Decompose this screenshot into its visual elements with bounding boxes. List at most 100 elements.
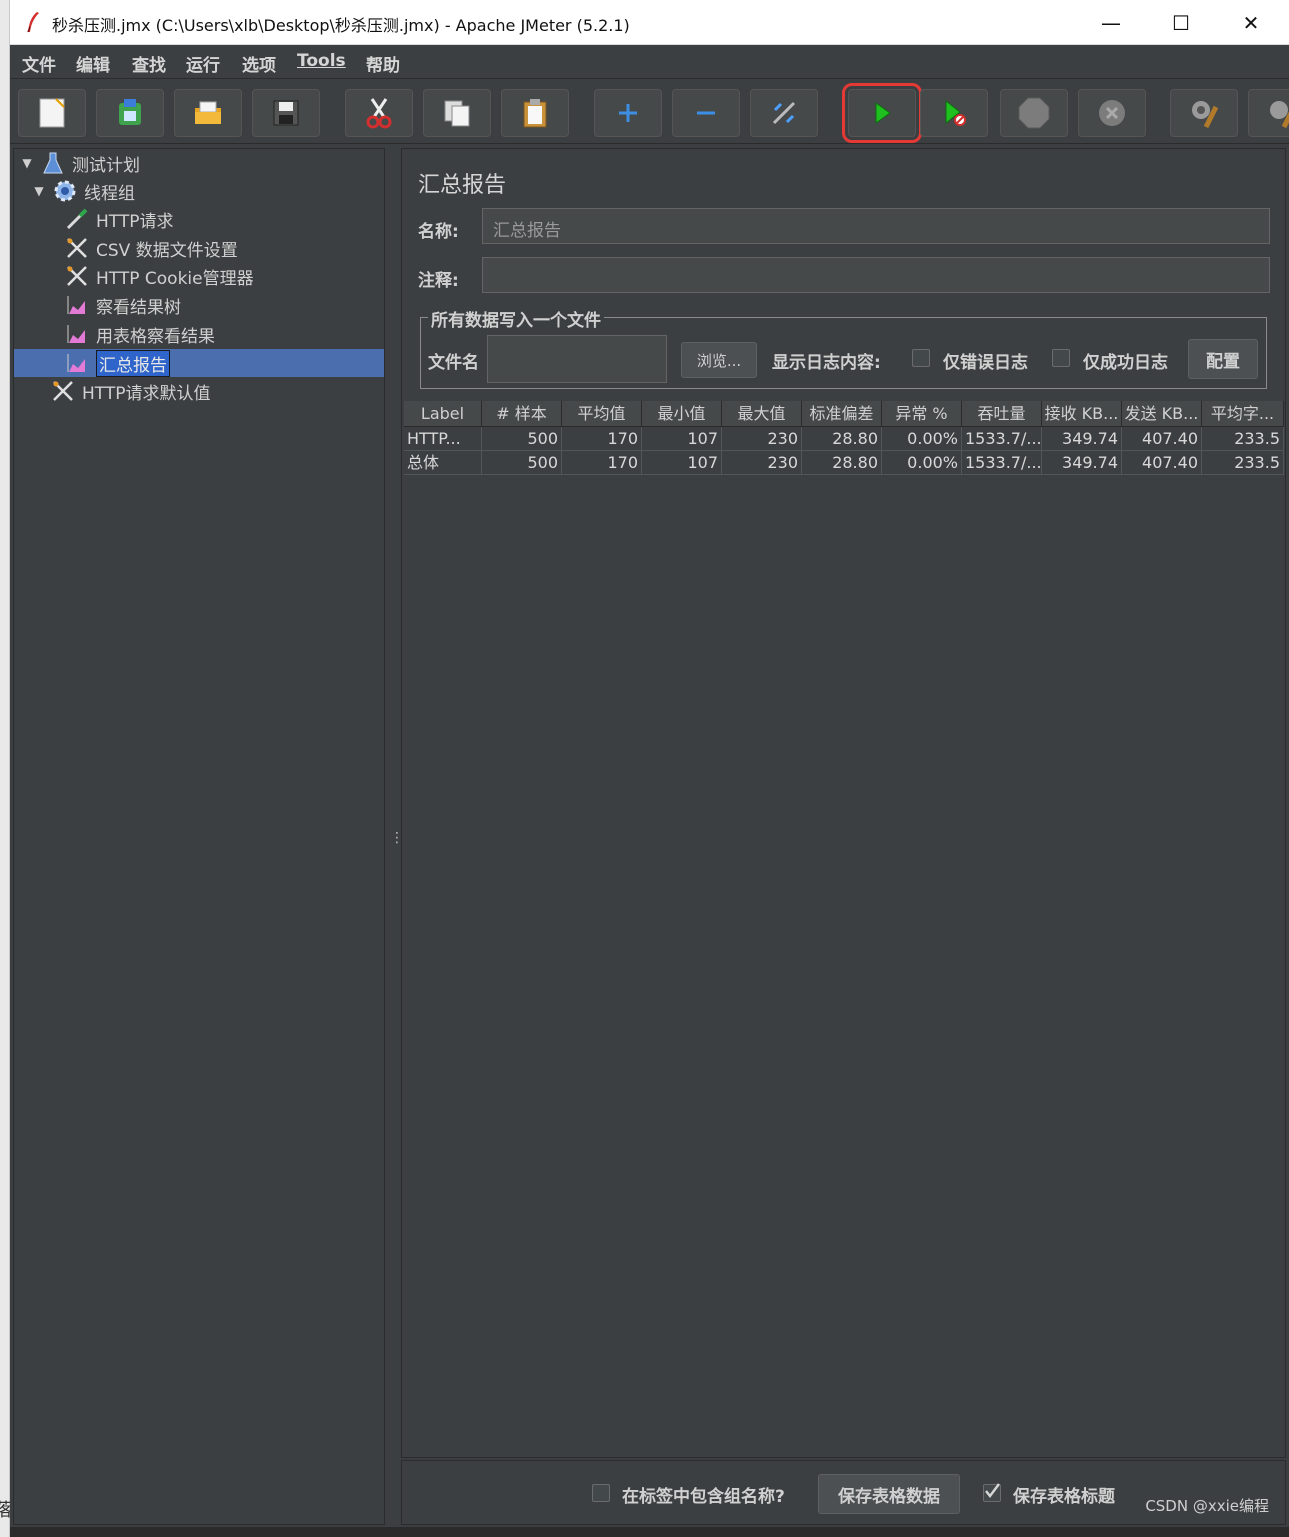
column-header-avg-bytes[interactable]: 平均字... <box>1202 401 1284 427</box>
tree-node-view-results-table[interactable]: 用表格察看结果 <box>64 320 215 348</box>
column-header-samples[interactable]: # 样本 <box>482 401 562 427</box>
templates-icon <box>119 99 141 125</box>
maximize-button[interactable]: ☐ <box>1146 0 1216 45</box>
test-plan-tree: ▼ 测试计划 ▼ 线程组 HTTP请求 CSV 数据文件设置 HTTP Cook… <box>13 148 385 1525</box>
table-cell-label: 总体 <box>404 451 482 475</box>
title-bar: 秒杀压测.jmx (C:\Users\xlb\Desktop\秒杀压测.jmx)… <box>10 0 1289 45</box>
log-content-label: 显示日志内容: <box>772 353 881 373</box>
tree-node-label: 线程组 <box>84 183 135 204</box>
stop-button[interactable] <box>1000 89 1068 137</box>
save-button[interactable] <box>252 89 320 137</box>
pipette-icon <box>64 207 90 231</box>
scissors-icon <box>64 264 90 288</box>
table-cell-error-pct: 0.00% <box>882 427 962 451</box>
name-input[interactable]: 汇总报告 <box>482 208 1270 244</box>
configure-button[interactable]: 配置 <box>1188 339 1258 379</box>
shutdown-button[interactable] <box>1078 89 1146 137</box>
errors-only-checkbox[interactable] <box>912 349 930 367</box>
jmeter-feather-icon <box>27 12 39 33</box>
tree-node-thread-group[interactable]: ▼ 线程组 <box>32 177 135 205</box>
success-only-label: 仅成功日志 <box>1083 353 1168 373</box>
tree-node-label: 测试计划 <box>72 155 140 176</box>
tree-node-label: 汇总报告 <box>96 349 170 377</box>
comment-label: 注释: <box>418 271 459 291</box>
toggle-button[interactable] <box>750 89 818 137</box>
clear-button[interactable] <box>1170 89 1238 137</box>
clear-all-broom-icon <box>1270 101 1289 129</box>
table-cell-std-dev: 28.80 <box>802 427 882 451</box>
menu-run[interactable]: 运行 <box>186 51 220 76</box>
plus-icon <box>619 104 637 122</box>
tree-node-http-defaults[interactable]: HTTP请求默认值 <box>50 377 211 405</box>
scissors-icon <box>366 98 392 129</box>
new-button[interactable] <box>18 89 86 137</box>
tree-node-summary-report[interactable]: 汇总报告 <box>64 349 170 377</box>
tree-node-label: HTTP请求 <box>96 211 174 232</box>
table-cell-sent-kb: 407.40 <box>1122 451 1202 475</box>
start-no-pauses-button[interactable] <box>920 89 988 137</box>
table-cell-received-kb: 349.74 <box>1042 427 1122 451</box>
include-group-name-checkbox[interactable] <box>592 1484 610 1502</box>
save-table-header-label: 保存表格标题 <box>1013 1487 1115 1507</box>
column-header-sent-kb[interactable]: 发送 KB... <box>1122 401 1202 427</box>
table-header: Label # 样本 平均值 最小值 最大值 标准偏差 异常 % 吞吐量 接收 KB... 发送 … <box>404 401 1284 427</box>
menu-file[interactable]: 文件 <box>22 51 56 76</box>
templates-button[interactable] <box>96 89 164 137</box>
collapse-all-button[interactable] <box>672 89 740 137</box>
column-header-label[interactable]: Label <box>404 401 482 427</box>
table-cell-error-pct: 0.00% <box>882 451 962 475</box>
column-header-received-kb[interactable]: 接收 KB... <box>1042 401 1122 427</box>
browse-button[interactable]: 浏览... <box>681 342 757 378</box>
column-header-min[interactable]: 最小值 <box>642 401 722 427</box>
column-header-std-dev[interactable]: 标准偏差 <box>802 401 882 427</box>
close-button[interactable]: ✕ <box>1216 0 1286 45</box>
table-cell-sent-kb: 407.40 <box>1122 427 1202 451</box>
errors-only-label: 仅错误日志 <box>943 353 1028 373</box>
save-table-data-button[interactable]: 保存表格数据 <box>818 1474 960 1514</box>
tree-node-view-results-tree[interactable]: 察看结果树 <box>64 291 181 319</box>
menu-options[interactable]: 选项 <box>242 51 276 76</box>
success-only-checkbox[interactable] <box>1052 349 1070 367</box>
column-header-average[interactable]: 平均值 <box>562 401 642 427</box>
stop-sign-icon <box>1018 97 1050 129</box>
menu-search[interactable]: 查找 <box>132 51 166 76</box>
tree-node-label: HTTP请求默认值 <box>82 383 211 404</box>
toolbar <box>10 80 1289 144</box>
tree-node-http-request[interactable]: HTTP请求 <box>64 205 174 233</box>
start-button[interactable] <box>842 83 922 143</box>
open-button[interactable] <box>174 89 242 137</box>
table-row[interactable]: 总体 500 170 107 230 28.80 0.00% 1533.7/... 349.74… <box>404 451 1284 475</box>
checkmark-icon <box>985 1483 1000 1498</box>
filename-label: 文件名 <box>428 353 479 373</box>
table-cell-std-dev: 28.80 <box>802 451 882 475</box>
clear-all-button[interactable] <box>1248 89 1289 137</box>
menu-edit[interactable]: 编辑 <box>76 51 110 76</box>
window-bottom-edge <box>10 1527 1289 1537</box>
table-cell-samples: 500 <box>482 451 562 475</box>
tree-node-test-plan[interactable]: ▼ 测试计划 <box>20 149 140 177</box>
column-header-error-pct[interactable]: 异常 % <box>882 401 962 427</box>
paste-button[interactable] <box>501 89 569 137</box>
bottom-bar: 在标签中包含组名称? 保存表格数据 保存表格标题 CSDN @xxie编程 <box>401 1460 1286 1525</box>
expand-all-button[interactable] <box>594 89 662 137</box>
column-header-throughput[interactable]: 吞吐量 <box>962 401 1042 427</box>
tree-node-csv-data-set[interactable]: CSV 数据文件设置 <box>64 234 238 262</box>
paste-clipboard-icon <box>523 99 547 128</box>
chart-icon <box>64 351 90 375</box>
window-title: 秒杀压测.jmx (C:\Users\xlb\Desktop\秒杀压测.jmx)… <box>52 16 630 35</box>
copy-button[interactable] <box>423 89 491 137</box>
jmeter-window: 秒杀压测.jmx (C:\Users\xlb\Desktop\秒杀压测.jmx)… <box>10 0 1289 1537</box>
expand-arrow-icon[interactable]: ▼ <box>20 156 34 170</box>
tree-node-cookie-manager[interactable]: HTTP Cookie管理器 <box>64 262 254 290</box>
filename-input[interactable] <box>487 335 667 383</box>
comment-input[interactable] <box>482 257 1270 293</box>
minimize-button[interactable]: — <box>1076 0 1146 45</box>
gear-icon <box>52 179 78 203</box>
cut-button[interactable] <box>345 89 413 137</box>
menu-help[interactable]: 帮助 <box>366 51 400 76</box>
menu-tools[interactable]: Tools <box>297 51 346 71</box>
column-header-max[interactable]: 最大值 <box>722 401 802 427</box>
table-row[interactable]: HTTP... 500 170 107 230 28.80 0.00% 1533.7/... 3… <box>404 427 1284 451</box>
expand-arrow-icon[interactable]: ▼ <box>32 184 46 198</box>
save-table-header-checkbox[interactable] <box>983 1483 1001 1502</box>
